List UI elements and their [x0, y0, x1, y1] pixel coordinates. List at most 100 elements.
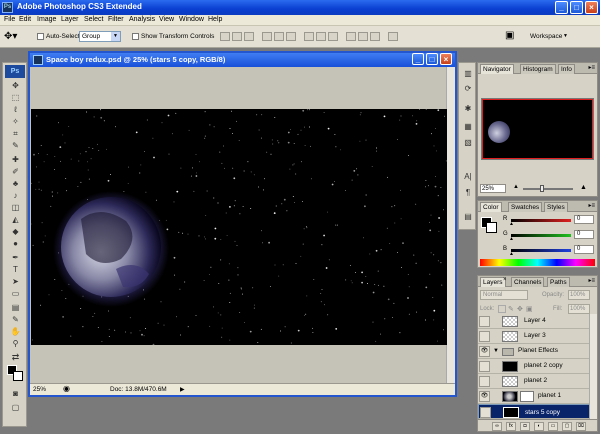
blend-mode-select[interactable]: Normal — [480, 290, 528, 300]
align-top-button[interactable] — [220, 32, 230, 41]
menu-image[interactable]: Image — [37, 16, 56, 23]
menu-select[interactable]: Select — [84, 16, 103, 23]
menu-layer[interactable]: Layer — [61, 16, 79, 23]
paragraph-panel-icon[interactable]: ¶ — [462, 187, 474, 199]
layer-row[interactable]: Layer 4 — [478, 314, 590, 329]
paint-bucket-tool-icon[interactable]: ◭ — [9, 215, 22, 224]
auto-select-checkbox[interactable] — [37, 33, 44, 40]
path-selection-tool-icon[interactable]: ➤ — [9, 277, 22, 286]
color-background-swatch[interactable] — [486, 222, 497, 233]
layer-row[interactable]: 👁 planet 1 — [478, 389, 590, 404]
auto-select-dropdown[interactable]: Group ▼ — [79, 31, 121, 42]
brush-tool-icon[interactable]: ✐ — [9, 167, 22, 176]
visibility-toggle[interactable] — [479, 361, 490, 372]
eye-icon[interactable]: 👁 — [479, 346, 490, 357]
swap-colors-icon[interactable]: ⇄ — [9, 353, 22, 362]
channel-b-field[interactable]: 0 — [574, 245, 594, 254]
move-tool-icon[interactable]: ✥▾ — [4, 31, 17, 42]
history-panel-icon[interactable]: ▦ — [462, 121, 474, 133]
lock-transparent-icon[interactable] — [498, 305, 506, 313]
show-transform-checkbox[interactable] — [132, 33, 139, 40]
clone-source-icon[interactable]: ▤ — [462, 211, 474, 223]
shape-tool-icon[interactable]: ▭ — [9, 289, 22, 298]
zoom-tool-icon[interactable]: ⚲ — [9, 339, 22, 348]
clone-stamp-tool-icon[interactable]: ♣ — [9, 179, 22, 188]
crop-tool-icon[interactable]: ⌗ — [9, 129, 22, 138]
visibility-toggle[interactable] — [479, 316, 490, 327]
lasso-tool-icon[interactable]: ℓ — [9, 105, 22, 114]
dodge-tool-icon[interactable]: ● — [9, 239, 22, 248]
hand-tool-icon[interactable]: ✋ — [9, 327, 22, 336]
visibility-toggle[interactable] — [479, 331, 490, 342]
menu-file[interactable]: File — [4, 16, 15, 23]
auto-align-button[interactable] — [388, 32, 398, 41]
eyedropper2-tool-icon[interactable]: ✎ — [9, 315, 22, 324]
layer-row-selected[interactable]: stars 5 copy — [478, 404, 590, 419]
blur-tool-icon[interactable]: ◆ — [9, 227, 22, 236]
history-brush-tool-icon[interactable]: ♪ — [9, 191, 22, 200]
tab-styles[interactable]: Styles — [544, 202, 568, 212]
align-hcenter-button[interactable] — [274, 32, 284, 41]
visibility-toggle[interactable] — [480, 407, 491, 418]
tab-channels[interactable]: Channels — [511, 277, 545, 287]
tab-histogram[interactable]: Histogram — [520, 64, 556, 74]
status-info-icon[interactable]: ◉ — [63, 384, 70, 393]
doc-minimize-button[interactable]: _ — [412, 53, 424, 65]
new-group-icon[interactable]: ▭ — [548, 422, 558, 431]
align-vcenter-button[interactable] — [232, 32, 242, 41]
tab-swatches[interactable]: Swatches — [508, 202, 543, 212]
minimize-button[interactable]: _ — [555, 1, 568, 14]
zoom-in-icon[interactable]: ▲ — [580, 184, 588, 192]
zoom-level[interactable]: 25% — [33, 386, 46, 393]
add-mask-icon[interactable]: ◘ — [520, 422, 530, 431]
menu-filter[interactable]: Filter — [108, 16, 124, 23]
character-panel-icon[interactable]: A| — [462, 171, 474, 183]
close-button[interactable]: × — [585, 1, 598, 14]
link-layers-icon[interactable]: ∞ — [492, 422, 502, 431]
distribute-bottom-button[interactable] — [328, 32, 338, 41]
tab-color[interactable]: Color — [480, 202, 502, 212]
panel-menu-icon[interactable]: ▸≡ — [588, 277, 595, 284]
channel-g-thumb[interactable]: ▲ — [509, 236, 514, 242]
lock-all-icon[interactable]: ▣ — [526, 305, 533, 313]
layers-scrollbar[interactable] — [589, 314, 597, 419]
trash-icon[interactable]: ⌧ — [576, 422, 586, 431]
align-left-button[interactable] — [262, 32, 272, 41]
tab-layers[interactable]: Layers — [480, 277, 506, 287]
actions-panel-icon[interactable]: ✱ — [462, 103, 474, 115]
menu-view[interactable]: View — [159, 16, 174, 23]
brushes-panel-icon[interactable]: ▥ — [462, 68, 474, 80]
panel-menu-icon[interactable]: ▸≡ — [588, 64, 595, 71]
zoom-slider-thumb[interactable] — [540, 185, 544, 192]
distribute-right-button[interactable] — [370, 32, 380, 41]
align-right-button[interactable] — [286, 32, 296, 41]
quick-mask-icon[interactable]: ◙ — [9, 389, 22, 398]
menu-edit[interactable]: Edit — [19, 16, 31, 23]
layer-mask-thumbnail[interactable] — [520, 391, 534, 402]
doc-close-button[interactable]: × — [440, 53, 452, 65]
menu-analysis[interactable]: Analysis — [129, 16, 155, 23]
visibility-toggle[interactable] — [479, 376, 490, 387]
distribute-hcenter-button[interactable] — [358, 32, 368, 41]
channel-g-slider[interactable] — [511, 234, 571, 237]
align-bottom-button[interactable] — [244, 32, 254, 41]
lock-position-icon[interactable]: ✥ — [517, 305, 523, 313]
layers-tab-close-icon[interactable]: × — [503, 277, 507, 283]
distribute-top-button[interactable] — [304, 32, 314, 41]
channel-b-thumb[interactable]: ▲ — [509, 251, 514, 257]
move-tool-icon[interactable]: ✥ — [9, 81, 22, 90]
pen-tool-icon[interactable]: ✒ — [9, 253, 22, 262]
channel-r-slider[interactable] — [511, 219, 571, 222]
color-ramp[interactable] — [480, 259, 595, 266]
menu-window[interactable]: Window — [179, 16, 204, 23]
eraser-tool-icon[interactable]: ◫ — [9, 203, 22, 212]
navigator-zoom-field[interactable]: 25% — [480, 184, 506, 193]
channel-b-slider[interactable] — [511, 249, 571, 252]
background-color-swatch[interactable] — [13, 371, 23, 381]
magic-wand-tool-icon[interactable]: ✧ — [9, 117, 22, 126]
layer-row[interactable]: planet 2 copy — [478, 359, 590, 374]
eyedropper-tool-icon[interactable]: ✎ — [9, 141, 22, 150]
channel-g-field[interactable]: 0 — [574, 230, 594, 239]
tab-navigator[interactable]: Navigator — [480, 64, 514, 74]
eye-icon[interactable]: 👁 — [479, 391, 490, 402]
